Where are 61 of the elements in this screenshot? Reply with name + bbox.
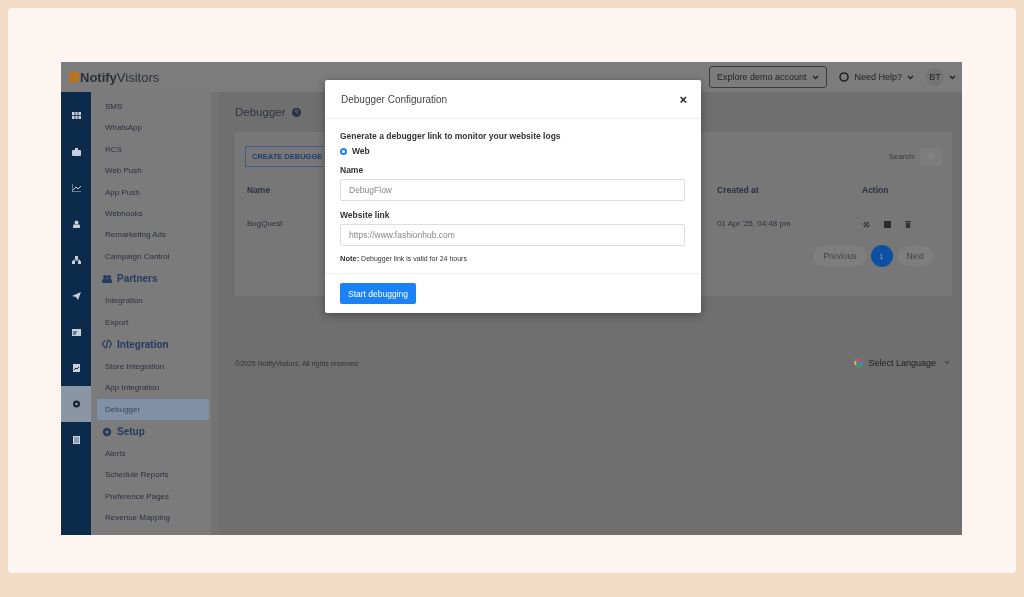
sidebar-item[interactable]: Preference Pages <box>97 485 209 508</box>
code-icon <box>102 339 112 350</box>
sitemap-icon <box>71 256 81 264</box>
grid-icon <box>71 112 81 120</box>
page-title: Debugger <box>235 106 286 118</box>
sidebar-section-heading: Partners <box>117 273 158 285</box>
document-chart-icon <box>71 364 81 372</box>
card-icon <box>71 328 81 336</box>
chevron-down-icon <box>812 74 820 80</box>
column-header: Action <box>861 184 889 197</box>
close-button[interactable]: × <box>677 91 689 107</box>
help-menu[interactable]: Need Help? <box>839 72 914 82</box>
sidebar-item[interactable]: WhatsApp <box>97 117 209 139</box>
input-field[interactable]: DebugFlow <box>340 179 685 201</box>
radio-label: Web <box>352 146 370 156</box>
language-selector[interactable]: Select Language <box>854 358 950 368</box>
trash-icon <box>905 220 911 228</box>
sidebar-item[interactable]: Store Integration <box>97 355 209 378</box>
gear-icon <box>102 426 112 437</box>
sidebar-item[interactable]: RCS <box>97 138 209 161</box>
sidebar-item[interactable]: Schedule Reports <box>97 464 209 486</box>
sidebar-section-heading: Integration <box>117 338 169 350</box>
chevron-down-icon <box>907 74 914 80</box>
help-icon <box>291 107 301 117</box>
paper-plane-icon <box>71 292 81 300</box>
page-number-button[interactable]: 1 <box>870 245 893 267</box>
sidebar-item[interactable]: Debugger <box>97 398 209 421</box>
field-label: Name <box>340 165 365 175</box>
field-label: Website link <box>340 210 391 220</box>
column-header: Created at <box>716 184 759 197</box>
google-logo-icon <box>854 358 865 368</box>
sidebar-item[interactable]: Webhooks <box>97 202 209 225</box>
sidebar-item[interactable]: Web Push <box>97 160 209 182</box>
demo-account-dropdown[interactable]: Explore demo account <box>708 66 828 88</box>
column-header: Name <box>246 184 271 197</box>
sidebar-section-heading: Setup <box>117 426 145 438</box>
radio-button[interactable] <box>340 147 347 155</box>
document-icon <box>71 436 81 444</box>
modal-title: Debugger Configuration <box>341 93 448 105</box>
sidebar-item[interactable]: Revenue Mapping <box>97 507 209 529</box>
lifebuoy-icon <box>839 72 850 82</box>
logo-icon <box>69 72 79 82</box>
start-debugging-button[interactable]: Start debugging <box>340 283 417 304</box>
sidebar-item[interactable]: Remarketing Ads <box>97 224 209 246</box>
logo-text: NotifyVisitors <box>80 69 160 85</box>
table-cell-text: BugQuest <box>246 218 283 230</box>
sidebar-item[interactable]: Integration <box>97 290 209 312</box>
sidebar-item[interactable]: Export <box>97 311 209 333</box>
table-cell-text: 01 Apr '25, 04:48 pm <box>716 218 791 230</box>
gear-icon <box>71 400 81 408</box>
sidebar-item[interactable]: Alerts <box>97 443 209 465</box>
sidebar-item[interactable]: App Push <box>97 181 209 203</box>
input-field[interactable]: https://www.fashionhub.com <box>340 224 685 246</box>
chart-icon <box>71 184 81 192</box>
intro-text: Generate a debugger link to monitor your website logs <box>340 131 562 141</box>
stop-icon <box>884 220 891 228</box>
sidebar-item[interactable]: App Integration <box>97 377 209 399</box>
sidebar-item[interactable]: Campaign Control <box>97 245 209 268</box>
next-page-button[interactable]: Next <box>896 246 934 266</box>
sidebar-item[interactable]: SMS <box>97 96 209 118</box>
chevron-down-icon <box>949 74 956 80</box>
